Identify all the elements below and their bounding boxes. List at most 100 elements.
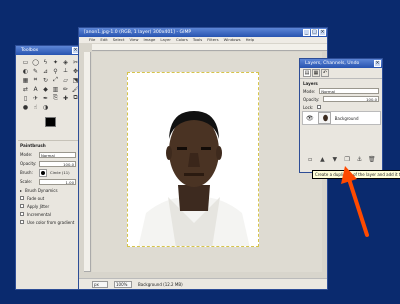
brush-preview[interactable]: [39, 168, 47, 177]
tab-channels[interactable]: ▦: [312, 69, 320, 77]
menu-view[interactable]: View: [129, 37, 138, 43]
layers-titlebar[interactable]: Layers, Channels, Undo ×: [300, 59, 382, 68]
maximize-icon[interactable]: □: [311, 29, 318, 36]
toolbox-title: Toolbox: [21, 48, 39, 53]
unit-select[interactable]: px: [92, 280, 108, 288]
menu-file[interactable]: File: [89, 37, 95, 43]
layers-title: Layers, Channels, Undo: [305, 61, 360, 66]
tab-layers[interactable]: ▤: [303, 69, 311, 77]
option-checkbox-row[interactable]: Use color from gradient: [20, 218, 76, 226]
eraser-tool-icon[interactable]: ▯: [21, 94, 30, 102]
options-checkboxes: Fade out Apply Jitter Incremental Use color…: [20, 194, 76, 226]
tool-options-heading: Paintbrush: [20, 143, 46, 148]
close-icon[interactable]: ×: [319, 29, 326, 36]
lock-label: Lock:: [303, 104, 314, 110]
close-icon[interactable]: ×: [374, 60, 381, 67]
image-window: [anon1.jpg-1.0 (RGB, 1 layer) 300x401] -…: [78, 27, 328, 290]
opacity-slider[interactable]: 100.0: [39, 160, 76, 167]
clone-tool-icon[interactable]: ⎘: [51, 94, 60, 102]
menu-image[interactable]: Image: [143, 37, 155, 43]
shear-tool-icon[interactable]: ▱: [61, 76, 70, 84]
checkbox-label: Incremental: [27, 211, 51, 217]
vertical-ruler[interactable]: [84, 52, 91, 272]
minimize-icon[interactable]: _: [303, 29, 310, 36]
checkbox[interactable]: [20, 212, 24, 216]
paths-tool-icon[interactable]: ✎: [31, 67, 40, 75]
rect-select-tool-icon[interactable]: ▭: [21, 58, 30, 66]
layer-mode-select[interactable]: Normal: [319, 88, 379, 94]
layers-window: Layers, Channels, Undo × ▤ ▦ ↶ Layers Mo…: [299, 58, 383, 173]
portrait-photo: [127, 72, 259, 247]
horizontal-ruler[interactable]: [92, 44, 327, 51]
zoom-select[interactable]: 100%: [114, 280, 132, 288]
menu-filters[interactable]: Filters: [207, 37, 218, 43]
airbrush-tool-icon[interactable]: ✈: [31, 94, 40, 102]
checkbox[interactable]: [20, 220, 24, 224]
menu-edit[interactable]: Edit: [100, 37, 107, 43]
image-titlebar[interactable]: [anon1.jpg-1.0 (RGB, 1 layer) 300x401] -…: [79, 28, 327, 37]
layer-name: Background: [334, 115, 359, 121]
menu-layer[interactable]: Layer: [160, 37, 171, 43]
mode-select[interactable]: Normal: [39, 151, 76, 158]
brush-dynamics-expander[interactable]: ▸ Brush Dynamics: [20, 186, 76, 194]
toolbox-titlebar[interactable]: Toolbox ×: [16, 46, 80, 55]
brush-dot-icon: [41, 170, 45, 175]
eye-icon[interactable]: 👁: [306, 115, 314, 122]
option-checkbox-row[interactable]: Fade out: [20, 194, 76, 202]
foreground-color-swatch[interactable]: [45, 117, 56, 127]
text-tool-icon[interactable]: A: [31, 85, 40, 93]
option-checkbox-row[interactable]: Incremental: [20, 210, 76, 218]
measure-tool-icon[interactable]: ⟂: [61, 67, 70, 75]
raise-layer-icon[interactable]: ▲: [318, 156, 326, 164]
free-select-tool-icon[interactable]: ϟ: [41, 58, 50, 66]
brush-label: Brush:: [20, 170, 33, 175]
zoom-tool-icon[interactable]: ⚲: [51, 67, 60, 75]
dodge-burn-tool-icon[interactable]: ◑: [41, 103, 50, 111]
checkbox-label: Fade out: [27, 195, 45, 201]
layer-row[interactable]: 👁 Background: [302, 111, 381, 125]
ink-tool-icon[interactable]: ✒: [41, 94, 50, 102]
lower-layer-icon[interactable]: ▼: [331, 156, 339, 164]
crop-tool-icon[interactable]: ⌗: [31, 76, 40, 84]
menu-windows[interactable]: Windows: [224, 37, 241, 43]
layer-thumbnail: [317, 112, 331, 124]
smudge-tool-icon[interactable]: ☝: [31, 103, 40, 111]
rotate-tool-icon[interactable]: ↻: [41, 76, 50, 84]
fuzzy-select-tool-icon[interactable]: ✦: [51, 58, 60, 66]
lock-alpha-checkbox[interactable]: [317, 105, 322, 109]
new-layer-icon[interactable]: ▫: [306, 156, 314, 164]
dock-tabs: ▤ ▦ ↶: [300, 68, 382, 79]
image-title: [anon1.jpg-1.0 (RGB, 1 layer) 300x401] -…: [84, 30, 192, 35]
status-info: Background (12.2 MB): [138, 281, 183, 287]
checkbox[interactable]: [20, 196, 24, 200]
flip-tool-icon[interactable]: ⇄: [21, 85, 30, 93]
bucket-fill-tool-icon[interactable]: ◆: [41, 85, 50, 93]
scale-slider[interactable]: 1.00: [39, 178, 76, 185]
brush-dynamics-label: Brush Dynamics: [25, 187, 58, 193]
menu-colors[interactable]: Colors: [176, 37, 188, 43]
heal-tool-icon[interactable]: ✚: [61, 94, 70, 102]
menu-help[interactable]: Help: [246, 37, 255, 43]
menu-tools[interactable]: Tools: [193, 37, 202, 43]
scale-tool-icon[interactable]: ⤢: [51, 76, 60, 84]
checkbox[interactable]: [20, 204, 24, 208]
option-checkbox-row[interactable]: Apply Jitter: [20, 202, 76, 210]
pencil-tool-icon[interactable]: ✏: [61, 85, 70, 93]
layer-thumbnail-image: [322, 114, 328, 122]
canvas-area[interactable]: [92, 52, 322, 272]
ellipse-select-tool-icon[interactable]: ◯: [31, 58, 40, 66]
foreground-select-tool-icon[interactable]: ◐: [21, 67, 30, 75]
blur-tool-icon[interactable]: ●: [21, 103, 30, 111]
blend-tool-icon[interactable]: ▥: [51, 85, 60, 93]
tab-undo[interactable]: ↶: [321, 69, 329, 77]
layer-opacity-slider[interactable]: 100.0: [323, 96, 379, 102]
color-picker-tool-icon[interactable]: ⊿: [41, 67, 50, 75]
color-area: [21, 116, 75, 138]
portrait-image: [128, 73, 258, 246]
color-select-tool-icon[interactable]: ◈: [61, 58, 70, 66]
menu-select[interactable]: Select: [113, 37, 125, 43]
align-tool-icon[interactable]: ▦: [21, 76, 30, 84]
annotation-arrow: [341, 166, 369, 237]
tool-options: Paintbrush Mode: Normal Opacity: 100.0 Bru…: [18, 140, 78, 228]
layers-heading: Layers: [303, 80, 318, 86]
